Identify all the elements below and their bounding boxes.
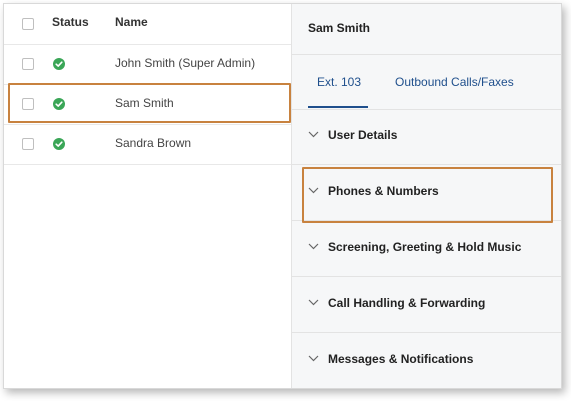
tab-outbound-calls-faxes[interactable]: Outbound Calls/Faxes: [395, 75, 514, 89]
panel-title: Sam Smith: [308, 21, 371, 35]
table-row[interactable]: John Smith (Super Admin): [4, 44, 291, 85]
section-call-handling-forwarding[interactable]: Call Handling & Forwarding: [292, 277, 561, 333]
name-column-header[interactable]: Name: [115, 15, 148, 29]
user-list-panel: Status Name John Smith (Super Admin) Sam…: [4, 4, 291, 388]
section-label: Screening, Greeting & Hold Music: [328, 240, 522, 254]
status-active-icon: [53, 58, 65, 70]
table-header: Status Name: [4, 4, 291, 45]
detail-tabs: Ext. 103 Outbound Calls/Faxes: [292, 54, 561, 110]
section-user-details[interactable]: User Details: [292, 109, 561, 165]
active-tab-indicator: [308, 106, 368, 108]
selected-user-highlight: [8, 83, 291, 123]
tab-extension[interactable]: Ext. 103: [317, 75, 361, 89]
select-all-checkbox[interactable]: [22, 18, 34, 30]
selected-section-highlight: [302, 167, 553, 223]
chevron-down-icon: [308, 355, 319, 362]
section-messages-notifications[interactable]: Messages & Notifications: [292, 333, 561, 388]
section-label: Messages & Notifications: [328, 352, 474, 366]
chevron-down-icon: [308, 131, 319, 138]
chevron-down-icon: [308, 299, 319, 306]
status-column-header[interactable]: Status: [52, 15, 89, 29]
status-active-icon: [53, 138, 65, 150]
chevron-down-icon: [308, 243, 319, 250]
user-name[interactable]: Sandra Brown: [115, 136, 191, 150]
row-checkbox[interactable]: [22, 58, 34, 70]
users-window: Status Name John Smith (Super Admin) Sam…: [3, 3, 562, 389]
table-row[interactable]: Sandra Brown: [4, 124, 291, 165]
user-name[interactable]: John Smith (Super Admin): [115, 56, 255, 70]
row-checkbox[interactable]: [22, 138, 34, 150]
section-label: User Details: [328, 128, 398, 142]
section-label: Call Handling & Forwarding: [328, 296, 486, 310]
section-screening-greeting-hold-music[interactable]: Screening, Greeting & Hold Music: [292, 221, 561, 277]
